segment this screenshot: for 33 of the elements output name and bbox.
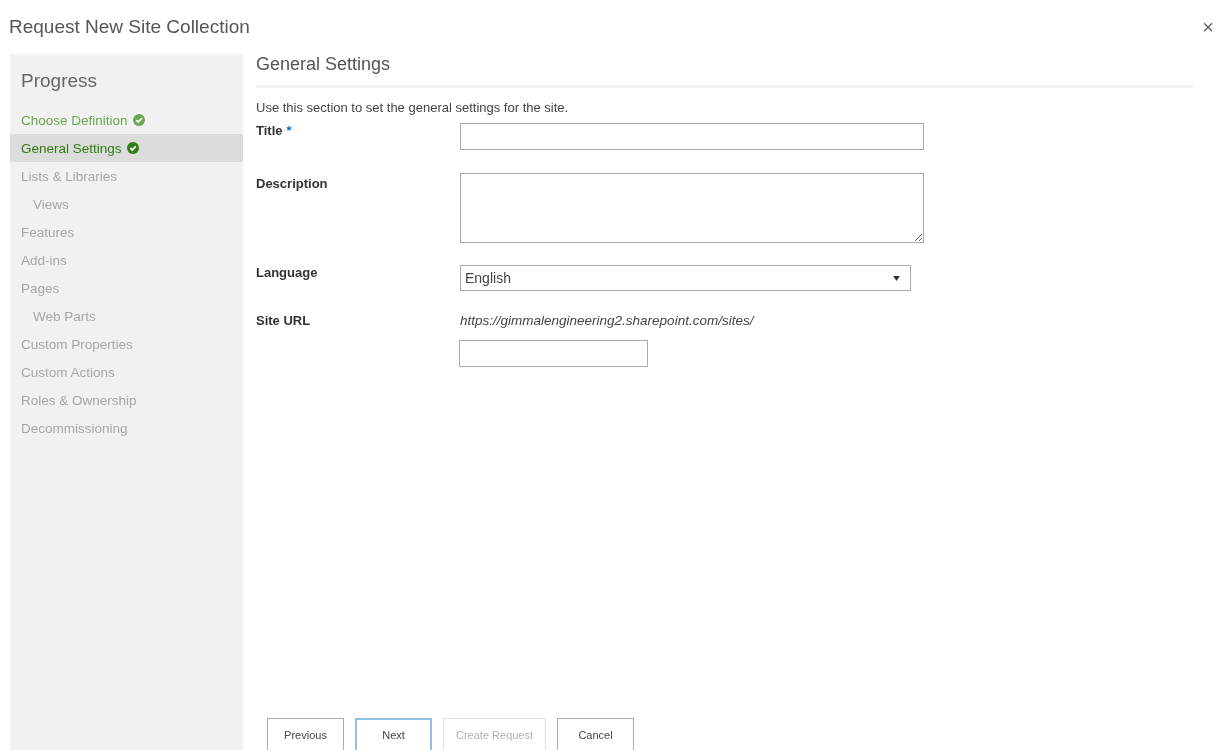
section-heading: General Settings — [256, 42, 1193, 88]
progress-step[interactable]: General Settings — [10, 134, 243, 162]
dialog-button[interactable]: Cancel — [557, 718, 635, 750]
progress-step[interactable]: Roles & Ownership — [10, 386, 243, 414]
caret-icon — [893, 275, 900, 281]
check-icon — [126, 142, 139, 154]
url-prefix: https://gimmalengineering2.sharepoint.com/sites/ — [460, 313, 754, 328]
progress-step[interactable]: Web Parts — [10, 302, 243, 330]
field-label: Title — [256, 123, 283, 138]
site-url-field[interactable] — [459, 340, 648, 367]
close-button[interactable]: × — [1202, 15, 1214, 39]
check-icon — [132, 114, 145, 126]
field-label: Language — [256, 265, 318, 280]
field-label: Description — [256, 176, 328, 191]
progress-step[interactable]: Choose Definition — [10, 106, 243, 134]
progress-step[interactable]: Features — [10, 218, 243, 246]
progress-step[interactable]: Custom Properties — [10, 330, 243, 358]
progress-step[interactable]: Custom Actions — [10, 358, 243, 386]
progress-step[interactable]: Decommissioning — [10, 414, 243, 442]
progress-step[interactable]: Lists & Libraries — [10, 162, 243, 190]
progress-step[interactable]: Views — [10, 190, 243, 218]
field-label: Site URL — [256, 313, 311, 328]
dialog-title: Request New Site Collection — [9, 16, 250, 38]
progress-step[interactable]: Add-ins — [10, 246, 243, 274]
progress-step[interactable]: Pages — [10, 274, 243, 302]
section-description: Use this section to set the general settings for the site. — [256, 100, 570, 115]
description-field[interactable] — [460, 173, 924, 243]
required-mark: * — [286, 123, 292, 138]
language-dropdown[interactable]: English — [460, 265, 911, 291]
dialog-button[interactable]: Previous — [267, 718, 344, 750]
progress-heading: Progress — [20, 69, 99, 93]
title-field[interactable] — [460, 123, 924, 150]
dialog-button[interactable]: Next — [355, 718, 432, 750]
